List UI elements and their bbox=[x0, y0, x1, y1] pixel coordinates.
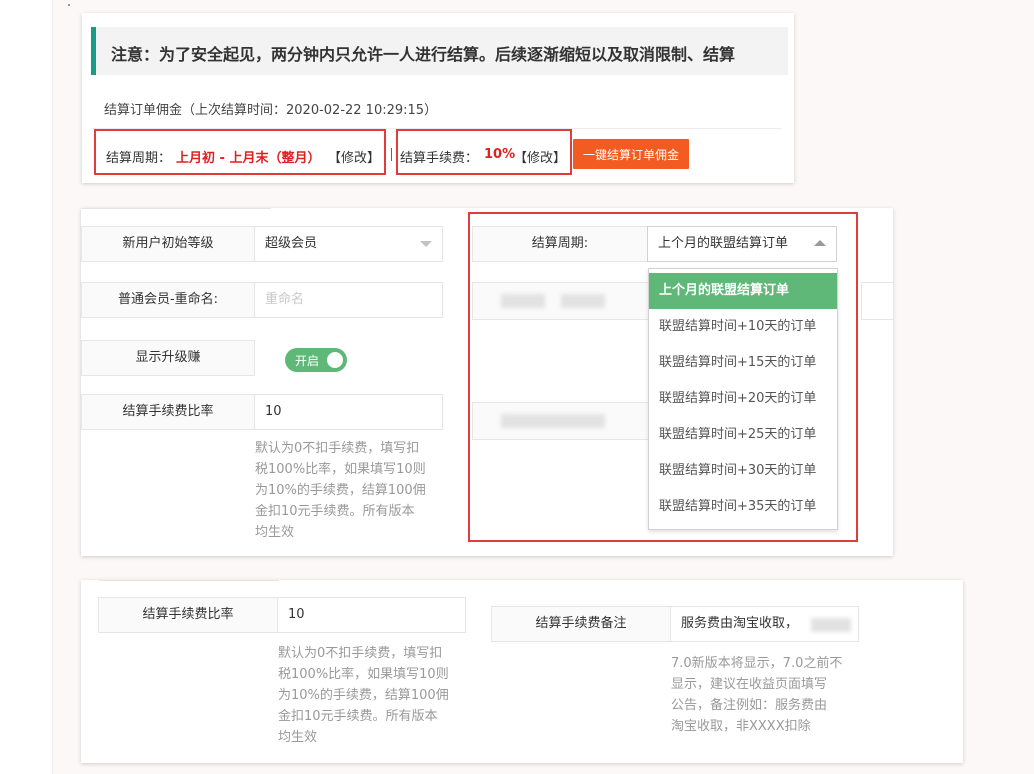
separator bbox=[391, 148, 392, 161]
init-level-select[interactable]: 超级会员 bbox=[255, 226, 443, 262]
chevron-up-icon bbox=[814, 240, 826, 246]
period-row: 结算周期: 上个月的联盟结算订单 bbox=[472, 226, 837, 262]
fee-note-row: 结算手续费备注 服务费由淘宝收取， bbox=[491, 606, 859, 642]
chevron-down-icon bbox=[420, 241, 432, 247]
corner-dot bbox=[68, 4, 70, 6]
show-upgrade-toggle[interactable]: 开启 bbox=[285, 348, 347, 372]
settings-card: 新用户初始等级 超级会员 普通会员-重命名: 重命名 显示升级赚 开启 结算手续… bbox=[81, 208, 893, 556]
period-option[interactable]: 联盟结算时间+30天的订单 bbox=[649, 453, 837, 489]
period-value: 上月初 - 上月末（整月） bbox=[176, 151, 321, 166]
period-option[interactable]: 上个月的联盟结算订单 bbox=[649, 273, 837, 309]
notice-text: 注意：为了安全起见，两分钟内只允许一人进行结算。后续逐渐缩短以及取消限制、结算 bbox=[111, 45, 736, 64]
blurred-text bbox=[811, 618, 851, 632]
show-upgrade-row: 显示升级赚 bbox=[81, 340, 255, 378]
fee-note-value: 服务费由淘宝收取， bbox=[681, 616, 799, 631]
toggle-knob bbox=[327, 352, 343, 368]
fee-ratio-input[interactable]: 10 bbox=[255, 394, 443, 430]
period-option[interactable]: 联盟结算时间+35天的订单 bbox=[649, 489, 837, 525]
period-option[interactable]: 联盟结算时间+25天的订单 bbox=[649, 417, 837, 453]
rename-label: 普通会员-重命名: bbox=[81, 282, 255, 318]
fee-ratio-row: 结算手续费比率 10 bbox=[81, 394, 443, 430]
period-select-label: 结算周期: bbox=[472, 226, 647, 262]
period-edit-link[interactable]: 【修改】 bbox=[328, 147, 380, 166]
period-option[interactable]: 联盟结算时间+20天的订单 bbox=[649, 381, 837, 417]
obscured-input-stub bbox=[861, 282, 893, 320]
settle-title-row: 结算订单佣金（上次结算时间：2020-02-22 10:29:15） bbox=[91, 86, 781, 129]
blurred-text bbox=[501, 294, 545, 308]
fee-ratio-value: 10 bbox=[265, 404, 282, 419]
tab-underline bbox=[99, 580, 279, 581]
fee-ratio-help: 默认为0不扣手续费，填写扣 税100%比率，如果填写10则 为10%的手续费，结… bbox=[255, 441, 426, 540]
period-option[interactable]: 联盟结算时间+10天的订单 bbox=[649, 309, 837, 345]
blurred-text bbox=[501, 414, 605, 428]
fee-note-help: 7.0新版本将显示，7.0之前不 显示，建议在收益页面填写 公告，备注例如：服务… bbox=[671, 656, 843, 734]
notice-banner: 注意：为了安全起见，两分钟内只允许一人进行结算。后续逐渐缩短以及取消限制、结算 bbox=[91, 27, 788, 75]
blurred-text bbox=[561, 294, 605, 308]
period-select[interactable]: 上个月的联盟结算订单 bbox=[647, 226, 837, 262]
init-level-value: 超级会员 bbox=[265, 236, 318, 251]
period-select-value: 上个月的联盟结算订单 bbox=[658, 236, 789, 251]
toggle-label: 开启 bbox=[295, 354, 320, 368]
rename-placeholder: 重命名 bbox=[265, 292, 305, 307]
period-option[interactable]: 联盟结算时间+15天的订单 bbox=[649, 345, 837, 381]
period-dropdown-menu: 上个月的联盟结算订单 联盟结算时间+10天的订单 联盟结算时间+15天的订单 联… bbox=[648, 268, 838, 530]
fee-ratio-label: 结算手续费比率 bbox=[81, 394, 255, 430]
rename-input[interactable]: 重命名 bbox=[255, 282, 443, 318]
fee-note-label: 结算手续费备注 bbox=[491, 606, 671, 642]
fee-value: 10% bbox=[484, 147, 516, 162]
fee-ratio-input-2[interactable]: 10 bbox=[278, 597, 466, 633]
fee-edit-link[interactable]: 【修改】 bbox=[514, 147, 566, 166]
tab-underline bbox=[81, 208, 271, 209]
obscured-label-1 bbox=[472, 282, 648, 320]
init-level-label: 新用户初始等级 bbox=[81, 226, 255, 262]
one-click-settle-button[interactable]: 一键结算订单佣金 bbox=[573, 139, 689, 169]
fee-ratio-row-2: 结算手续费比率 10 bbox=[98, 597, 466, 633]
fee-ratio-help-2: 默认为0不扣手续费，填写扣 税100%比率，如果填写10则 为10%的手续费，结… bbox=[278, 646, 449, 745]
rename-row: 普通会员-重命名: 重命名 bbox=[81, 282, 443, 318]
settle-title: 结算订单佣金（上次结算时间：2020-02-22 10:29:15） bbox=[104, 103, 438, 118]
fee-ratio-label-2: 结算手续费比率 bbox=[98, 597, 278, 633]
fee-note-input[interactable]: 服务费由淘宝收取， bbox=[671, 606, 859, 642]
fee-note-card: 结算手续费比率 10 默认为0不扣手续费，填写扣 税100%比率，如果填写10则… bbox=[81, 580, 963, 763]
init-level-row: 新用户初始等级 超级会员 bbox=[81, 226, 443, 262]
period-label: 结算周期： bbox=[106, 151, 172, 166]
fee-label: 结算手续费： bbox=[400, 151, 479, 166]
fee-ratio-value-2: 10 bbox=[288, 607, 305, 622]
settle-card: 注意：为了安全起见，两分钟内只允许一人进行结算。后续逐渐缩短以及取消限制、结算 … bbox=[82, 13, 794, 183]
show-upgrade-label: 显示升级赚 bbox=[81, 340, 255, 376]
